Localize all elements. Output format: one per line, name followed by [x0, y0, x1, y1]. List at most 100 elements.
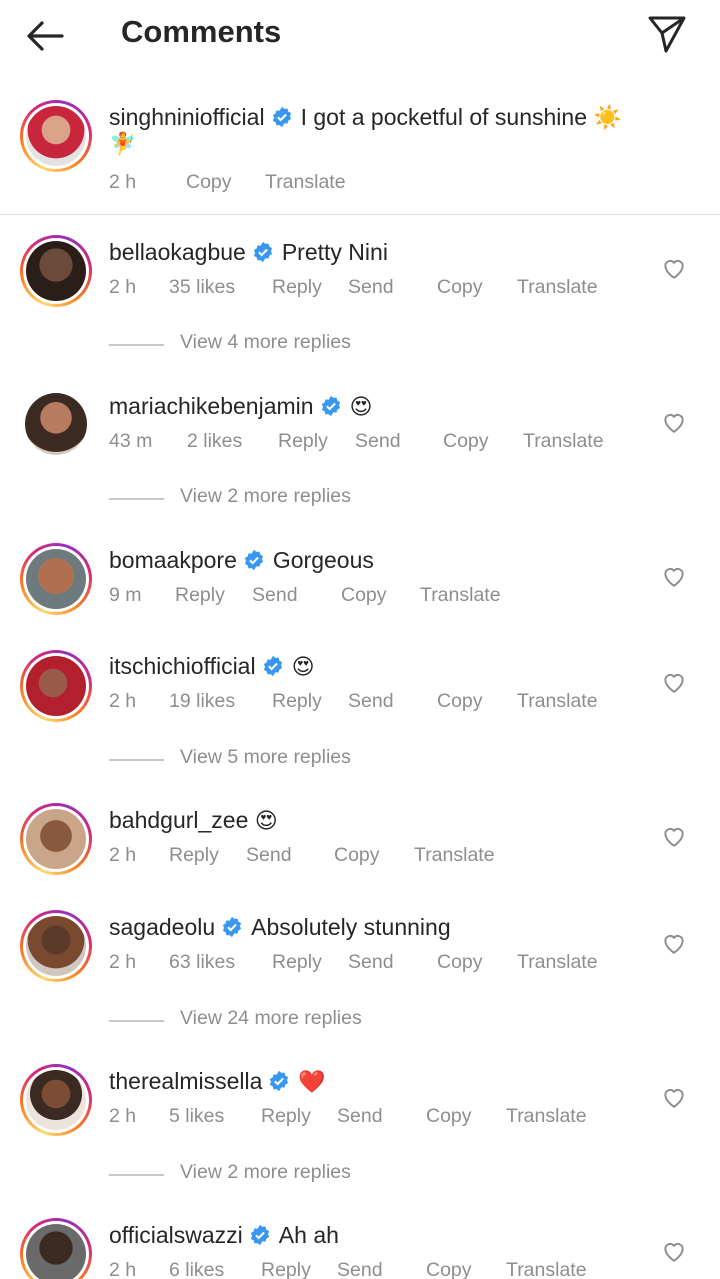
- reply-button[interactable]: Reply: [272, 276, 322, 299]
- view-replies-link[interactable]: View 2 more replies: [109, 1161, 409, 1191]
- avatar[interactable]: [20, 650, 92, 722]
- avatar[interactable]: [25, 393, 87, 455]
- translate-button[interactable]: Translate: [517, 690, 598, 713]
- timestamp: 2 h: [109, 690, 137, 712]
- avatar[interactable]: [20, 1218, 92, 1279]
- username[interactable]: therealmissella: [109, 1068, 262, 1094]
- send-button[interactable]: Send: [337, 1105, 383, 1128]
- likes-count[interactable]: 19 likes: [169, 690, 235, 713]
- copy-button[interactable]: Copy: [186, 171, 232, 194]
- username[interactable]: mariachikebenjamin: [109, 393, 314, 419]
- comment-row: therealmissella ❤️ 2 h 5 likes Reply Send…: [0, 1064, 720, 1174]
- view-replies-link[interactable]: View 5 more replies: [109, 746, 409, 776]
- copy-button[interactable]: Copy: [426, 1259, 472, 1279]
- heart-icon[interactable]: [661, 255, 687, 281]
- timestamp: 2 h: [109, 951, 137, 973]
- copy-button[interactable]: Copy: [334, 844, 380, 867]
- heart-icon[interactable]: [661, 823, 687, 849]
- copy-button[interactable]: Copy: [443, 430, 489, 453]
- reply-button[interactable]: Reply: [272, 951, 322, 974]
- copy-button[interactable]: Copy: [341, 584, 387, 607]
- caption-emoji: 🧚: [109, 132, 137, 157]
- view-replies-link[interactable]: View 4 more replies: [109, 331, 409, 361]
- avatar[interactable]: [20, 803, 92, 875]
- verified-badge-icon: [270, 1070, 289, 1092]
- header-bar: Comments: [0, 0, 720, 70]
- send-button[interactable]: Send: [348, 951, 394, 974]
- caption-text: I got a pocketful of sunshine ☀️: [300, 104, 623, 130]
- view-replies-link[interactable]: View 24 more replies: [109, 1007, 409, 1037]
- send-button[interactable]: Send: [252, 584, 298, 607]
- translate-button[interactable]: Translate: [517, 276, 598, 299]
- comment-text: Pretty Nini: [281, 239, 388, 265]
- translate-button[interactable]: Translate: [265, 171, 346, 194]
- caption-meta: 2 h Copy Translate: [109, 171, 509, 195]
- timestamp: 2 h: [109, 1105, 137, 1127]
- caption-line: singhniniofficial I got a pocketful of su…: [109, 104, 622, 131]
- likes-count[interactable]: 6 likes: [169, 1259, 224, 1279]
- comment-row: bahdgurl_zee 😍 2 h Reply Send Copy Trans…: [0, 803, 720, 913]
- username[interactable]: sagadeolu: [109, 914, 215, 940]
- send-button[interactable]: Send: [348, 690, 394, 713]
- timestamp: 9 m: [109, 584, 142, 606]
- likes-count[interactable]: 5 likes: [169, 1105, 224, 1128]
- view-replies-link[interactable]: View 2 more replies: [109, 485, 409, 515]
- send-button[interactable]: Send: [337, 1259, 383, 1279]
- comment-text: 😍: [291, 655, 315, 680]
- send-button[interactable]: Send: [348, 276, 394, 299]
- send-direct-icon[interactable]: [644, 12, 688, 56]
- likes-count[interactable]: 35 likes: [169, 276, 235, 299]
- heart-icon[interactable]: [661, 1084, 687, 1110]
- avatar[interactable]: [20, 1064, 92, 1136]
- username[interactable]: bomaakpore: [109, 547, 237, 573]
- copy-button[interactable]: Copy: [437, 951, 483, 974]
- send-button[interactable]: Send: [355, 430, 401, 453]
- likes-count[interactable]: 63 likes: [169, 951, 235, 974]
- username[interactable]: singhniniofficial: [109, 104, 265, 130]
- comment-row: itschichiofficial 😍 2 h 19 likes Reply Se…: [0, 649, 720, 759]
- translate-button[interactable]: Translate: [523, 430, 604, 453]
- verified-badge-icon: [263, 655, 282, 677]
- avatar[interactable]: [20, 235, 92, 307]
- comment-text: ❤️: [298, 1070, 326, 1095]
- reply-button[interactable]: Reply: [278, 430, 328, 453]
- timestamp: 2 h: [109, 276, 137, 298]
- comment-row: bellaokagbue Pretty Nini 2 h 35 likes Rep…: [0, 235, 720, 345]
- comment-text: Gorgeous: [272, 547, 374, 573]
- comment-row: bomaakpore Gorgeous 9 m Reply Send Copy T…: [0, 543, 720, 653]
- username[interactable]: itschichiofficial: [109, 653, 256, 679]
- heart-icon[interactable]: [661, 563, 687, 589]
- heart-icon[interactable]: [661, 669, 687, 695]
- translate-button[interactable]: Translate: [420, 584, 501, 607]
- timestamp: 2 h: [109, 171, 137, 193]
- reply-button[interactable]: Reply: [261, 1259, 311, 1279]
- comment-text: 😍: [349, 395, 373, 420]
- translate-button[interactable]: Translate: [414, 844, 495, 867]
- send-button[interactable]: Send: [246, 844, 292, 867]
- heart-icon[interactable]: [661, 930, 687, 956]
- heart-icon[interactable]: [661, 409, 687, 435]
- username[interactable]: bellaokagbue: [109, 239, 246, 265]
- verified-badge-icon: [321, 395, 340, 417]
- avatar[interactable]: [20, 543, 92, 615]
- avatar[interactable]: [20, 910, 92, 982]
- timestamp: 2 h: [109, 844, 137, 866]
- back-arrow-icon[interactable]: [22, 14, 66, 58]
- username[interactable]: officialswazzi: [109, 1222, 243, 1248]
- heart-icon[interactable]: [661, 1238, 687, 1264]
- translate-button[interactable]: Translate: [517, 951, 598, 974]
- avatar[interactable]: [20, 100, 92, 172]
- copy-button[interactable]: Copy: [437, 690, 483, 713]
- verified-badge-icon: [250, 1224, 269, 1246]
- post-caption: singhniniofficial I got a pocketful of su…: [0, 92, 720, 215]
- reply-button[interactable]: Reply: [175, 584, 225, 607]
- reply-button[interactable]: Reply: [261, 1105, 311, 1128]
- copy-button[interactable]: Copy: [426, 1105, 472, 1128]
- copy-button[interactable]: Copy: [437, 276, 483, 299]
- reply-button[interactable]: Reply: [169, 844, 219, 867]
- username[interactable]: bahdgurl_zee: [109, 807, 248, 833]
- likes-count[interactable]: 2 likes: [187, 430, 242, 453]
- translate-button[interactable]: Translate: [506, 1105, 587, 1128]
- reply-button[interactable]: Reply: [272, 690, 322, 713]
- translate-button[interactable]: Translate: [506, 1259, 587, 1279]
